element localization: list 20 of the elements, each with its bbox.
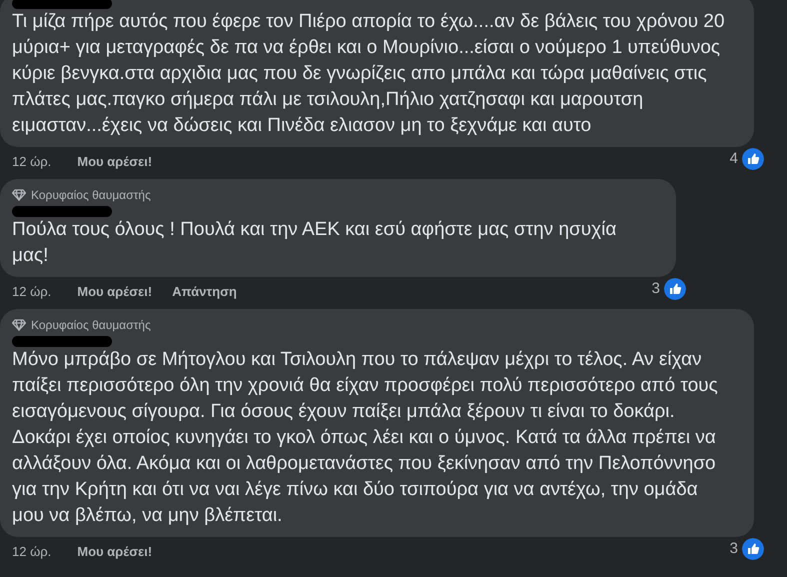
comment-text: Μόνο μπράβο σε Μήτογλου και Τσιλουλη που το πάλεψαν μέχρι το τέλος. Αν είχαν παίξει περισσότερο όλη την χρονιά θα είχαν προσφέρει πολύ περισσότερο από τους εισαγόμενους σίγουρα. Για όσους έχουν παίξει μπάλα ξέρουν τι είναι το δοκάρι. Δοκάρι έχει οποίος κυνηγάει το γκολ όπως λέει και ο ύμνος. Κατά τα άλλα πρέπει να αλλάξουν όλα. Ακόμα και οι λαθρομετανάστες που ξεκίνησαν από την Πελοπόννησο για την Κρήτη και ότι να ναι λέγε πίνω και δύο τσιπούρα για να αντέχω, την ομάδα μου να βλέπω, να μην βλέπεται. bbox=[12, 348, 719, 528]
comment-text: Τι μίζα πήρε αυτός που έφερε τον Πιέρο απορία το έχω....αν δε βάλεις του χρόνου 20 μύρια+ για μεταγραφές δε πα να έρθει και ο Μουρίνιο...είσαι ο νούμερο 1 υπεύθυνος κύριε βενγκα.στα αρχιδια μας που δε γνωρίζεις απο μπάλα και τώρα μαθαίνεις στις πλάτες μας.παγκο σήμερα πάλι με τσιλουλη,Πήλιο χατζησαφι και μαρουτση ειμασταν...έχεις να δώσεις και Πινέδα ελιασον μη το ξεχνάμε και αυτο bbox=[12, 10, 726, 138]
like-icon bbox=[662, 276, 688, 302]
badge-label: Κορυφαίος θαυμαστής bbox=[31, 317, 151, 334]
timestamp: 12 ώρ. bbox=[12, 543, 52, 562]
timestamp: 12 ώρ. bbox=[12, 283, 52, 302]
reply-link[interactable]: Απάντηση bbox=[172, 282, 237, 302]
like-link[interactable]: Μου αρέσει! bbox=[77, 282, 152, 302]
like-icon bbox=[740, 146, 766, 172]
comment-text: Πούλα τους όλους ! Πουλά και την ΑΕΚ και εσύ αφήστε μας στην ησυχία μας! bbox=[12, 218, 618, 268]
diamond-icon bbox=[12, 319, 26, 331]
like-link[interactable]: Μου αρέσει! bbox=[77, 542, 152, 562]
diamond-icon bbox=[12, 189, 26, 201]
timestamp: 12 ώρ. bbox=[12, 153, 52, 172]
like-icon bbox=[740, 536, 766, 562]
reaction-count: 4 bbox=[730, 148, 738, 169]
reaction-count: 3 bbox=[730, 538, 738, 559]
badge-label: Κορυφαίος θαυμαστής bbox=[31, 187, 151, 204]
like-link[interactable]: Μου αρέσει! bbox=[77, 152, 152, 172]
reaction-count: 3 bbox=[652, 278, 660, 299]
